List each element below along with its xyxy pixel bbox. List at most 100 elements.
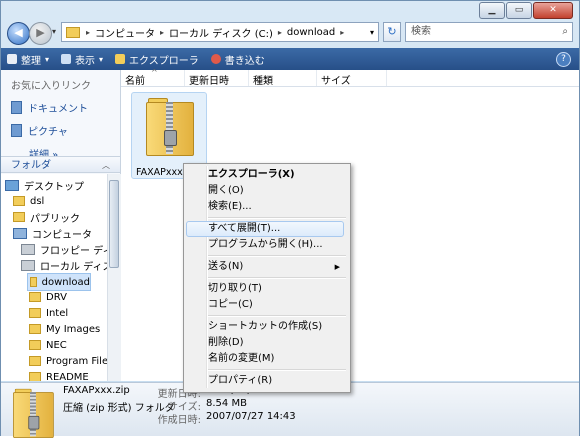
menu-item-delete[interactable]: 削除(D) bbox=[208, 335, 344, 351]
column-name-label: 名前 bbox=[125, 76, 145, 87]
recent-pages-dropdown[interactable]: ▾ bbox=[52, 27, 56, 36]
zip-folder-icon bbox=[146, 96, 194, 156]
folder-icon bbox=[29, 356, 41, 366]
menu-item-rename[interactable]: 名前の変更(M) bbox=[208, 351, 344, 367]
column-name[interactable]: 名前 ^ bbox=[121, 68, 185, 87]
tree-item-computer[interactable]: コンピュータ bbox=[13, 225, 92, 241]
breadcrumb-separator-icon[interactable]: ▸ bbox=[86, 28, 90, 37]
column-size[interactable]: サイズ bbox=[317, 70, 387, 87]
help-icon[interactable]: ? bbox=[556, 51, 571, 67]
menu-item-open-with[interactable]: プログラムから開く(H)... bbox=[208, 237, 344, 253]
command-toolbar: 整理 ▾ 表示 ▾ エクスプローラ 書き込む ? bbox=[1, 48, 579, 70]
tree-item-floppy[interactable]: フロッピー ディスク bbox=[21, 241, 107, 257]
breadcrumb-download[interactable]: download bbox=[287, 27, 335, 38]
chevron-down-icon: ▾ bbox=[99, 54, 104, 64]
tree-item-nec[interactable]: NEC bbox=[29, 337, 67, 353]
tree-item-public[interactable]: パブリック bbox=[13, 209, 80, 225]
search-input[interactable]: 検索 ⌕ bbox=[405, 22, 573, 42]
chevron-down-icon: ▾ bbox=[45, 54, 50, 64]
details-created-label: 作成日時: bbox=[157, 415, 201, 426]
favorite-link-label: ドキュメント bbox=[28, 104, 88, 115]
breadcrumb-separator-icon[interactable]: ▸ bbox=[278, 28, 282, 37]
tree-item-readme[interactable]: README bbox=[29, 369, 89, 381]
tree-item-dsl[interactable]: dsl bbox=[13, 193, 44, 209]
forward-button[interactable]: ▶ bbox=[29, 22, 52, 45]
zip-folder-icon bbox=[13, 387, 54, 438]
navigation-pane: お気に入りリンク ドキュメント ピクチャ 詳細 » フォルダ ︿ デスクトップ … bbox=[1, 70, 121, 381]
folder-icon bbox=[30, 277, 37, 287]
organize-button[interactable]: 整理 ▾ bbox=[1, 52, 55, 67]
tree-item-intel[interactable]: Intel bbox=[29, 305, 68, 321]
folders-header[interactable]: フォルダ ︿ bbox=[1, 156, 120, 173]
sort-ascending-icon: ^ bbox=[151, 68, 158, 77]
folders-label: フォルダ bbox=[11, 160, 51, 171]
views-icon bbox=[61, 54, 72, 64]
zipper-track bbox=[166, 102, 173, 154]
scrollbar-thumb[interactable] bbox=[109, 180, 119, 268]
explorer-button[interactable]: エクスプローラ bbox=[109, 52, 205, 67]
close-button[interactable]: ✕ bbox=[533, 2, 573, 19]
folder-icon bbox=[66, 26, 80, 38]
menu-item-cut[interactable]: 切り取り(T) bbox=[208, 281, 344, 297]
burn-button[interactable]: 書き込む bbox=[205, 52, 271, 67]
tree-item-my-images[interactable]: My Images bbox=[29, 321, 100, 337]
explorer-label: エクスプローラ bbox=[129, 55, 199, 67]
menu-item-open[interactable]: 開く(O) bbox=[208, 183, 344, 199]
tree-item-program-files[interactable]: Program Files bbox=[29, 353, 107, 369]
burn-label: 書き込む bbox=[224, 55, 265, 67]
submenu-arrow-icon: ▶ bbox=[334, 263, 340, 271]
tree-item-label: NEC bbox=[46, 339, 67, 351]
tree-item-local-disk[interactable]: ローカル ディスク bbox=[21, 257, 107, 273]
organize-icon bbox=[7, 54, 17, 64]
floppy-icon bbox=[21, 243, 35, 255]
breadcrumb-separator-icon[interactable]: ▸ bbox=[160, 28, 164, 37]
menu-item-copy[interactable]: コピー(C) bbox=[208, 297, 344, 313]
address-bar[interactable]: ▸ コンピュータ ▸ ローカル ディスク (C:) ▸ download ▸ ▾ bbox=[61, 22, 379, 42]
organize-label: 整理 bbox=[21, 55, 41, 67]
tree-item-label: My Images bbox=[46, 323, 101, 335]
menu-separator bbox=[208, 255, 346, 257]
explorer-window: ▁ ▭ ✕ ◀ ▶ ▾ ▸ コンピュータ ▸ ローカル ディスク (C:) ▸ … bbox=[0, 0, 580, 438]
address-dropdown-icon[interactable]: ▾ bbox=[370, 28, 374, 37]
minimize-button[interactable]: ▁ bbox=[479, 2, 505, 19]
zipper-track bbox=[30, 392, 36, 437]
column-type[interactable]: 種類 bbox=[249, 70, 317, 87]
documents-icon bbox=[11, 101, 22, 114]
tree-item-label: コンピュータ bbox=[32, 229, 92, 241]
menu-separator bbox=[208, 369, 346, 371]
zipper-pull bbox=[164, 130, 177, 146]
maximize-button[interactable]: ▭ bbox=[506, 2, 532, 19]
menu-item-explore[interactable]: エクスプローラ(X) bbox=[208, 167, 344, 183]
back-button[interactable]: ◀ bbox=[7, 22, 30, 45]
menu-item-send-to[interactable]: 送る(N) ▶ bbox=[208, 259, 344, 275]
menu-item-extract-all[interactable]: すべて展開(T)... bbox=[186, 221, 344, 237]
context-menu: エクスプローラ(X) 開く(O) 検索(E)... すべて展開(T)... プロ… bbox=[183, 163, 351, 393]
favorite-link-label: ピクチャ bbox=[28, 127, 68, 138]
refresh-button[interactable]: ↻ bbox=[383, 22, 401, 42]
tree-item-desktop[interactable]: デスクトップ bbox=[5, 177, 84, 193]
tree-item-drv[interactable]: DRV bbox=[29, 289, 67, 305]
menu-item-create-shortcut[interactable]: ショートカットの作成(S) bbox=[208, 319, 344, 335]
favorites-header: お気に入りリンク bbox=[11, 81, 91, 92]
disc-icon bbox=[210, 54, 221, 64]
breadcrumb-computer[interactable]: コンピュータ bbox=[95, 25, 155, 40]
search-icon[interactable]: ⌕ bbox=[562, 23, 568, 41]
column-headers: 名前 ^ 更新日時 種類 サイズ bbox=[121, 68, 579, 87]
folder-icon bbox=[13, 196, 25, 206]
views-button[interactable]: 表示 ▾ bbox=[55, 52, 109, 67]
column-modified[interactable]: 更新日時 bbox=[185, 70, 249, 87]
breadcrumb-local-disk[interactable]: ローカル ディスク (C:) bbox=[169, 25, 273, 40]
menu-item-properties[interactable]: プロパティ(R) bbox=[208, 373, 344, 389]
tree-item-label: ローカル ディスク bbox=[40, 261, 107, 273]
views-label: 表示 bbox=[75, 55, 96, 67]
desktop-icon bbox=[5, 179, 19, 191]
tree-item-label: フロッピー ディスク bbox=[40, 245, 107, 257]
explorer-icon bbox=[115, 54, 126, 64]
tree-item-label: Program Files bbox=[46, 355, 107, 367]
menu-item-search[interactable]: 検索(E)... bbox=[208, 199, 344, 215]
hard-disk-icon bbox=[21, 259, 35, 271]
breadcrumb-separator-icon[interactable]: ▸ bbox=[340, 28, 344, 37]
favorite-link-documents[interactable]: ドキュメント bbox=[1, 92, 120, 115]
favorite-link-pictures[interactable]: ピクチャ bbox=[1, 115, 120, 138]
tree-scrollbar[interactable] bbox=[107, 174, 121, 381]
